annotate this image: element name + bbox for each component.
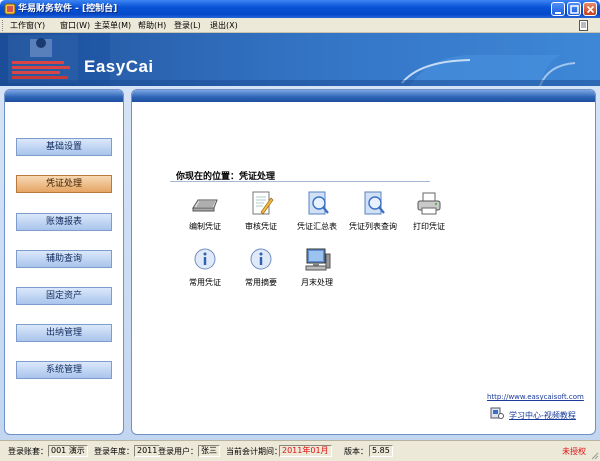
sidebar: 基础设置 凭证处理 账簿报表 辅助查询 固定资产 出纳管理 系统管理 [4,89,124,435]
status-year-label: 登录年度： [94,447,134,456]
sidebar-header [5,90,123,102]
sidebar-item-voucher-processing[interactable]: 凭证处理 [16,175,112,193]
website-link[interactable]: http://www.easycaisoft.com [487,393,584,401]
tile-label: 打印凭证 [413,222,445,231]
status-account-label: 登录账套： [8,447,48,456]
license-status: 未授权 [562,447,586,456]
status-year-value: 2011 [134,445,161,457]
notepad-icon[interactable] [579,20,588,31]
tile-label: 审核凭证 [245,222,277,231]
video-tutorial-icon[interactable] [490,406,504,420]
menu-bar: 工作窗(Y) 窗口(W) 主菜单(M) 帮助(H) 登录(L) 退出(X) [0,18,600,33]
minimize-button[interactable] [551,2,565,16]
menu-item-help[interactable]: 帮助(H) [138,20,166,31]
status-period-label: 当前会计期间： [226,447,282,456]
edit-document-icon [252,191,274,215]
brand-logo-text: EasyCai [84,57,154,76]
tile-label: 凭证汇总表 [297,222,337,231]
tile-common-summary[interactable]: 常用摘要 [231,246,291,288]
main-panel-header [132,90,595,102]
keyboard-icon [192,199,218,212]
banner: EasyCai [0,33,600,86]
maximize-button[interactable] [567,2,581,16]
resize-grip-icon[interactable] [589,450,599,460]
toolbar-grip[interactable] [2,20,5,31]
status-account-value: 001 演示 [48,445,88,457]
app-icon [4,3,16,15]
tile-label: 编制凭证 [189,222,221,231]
minimize-icon [555,12,561,14]
computer-icon [305,248,331,271]
window-title-bar[interactable]: 华易财务软件 - [控制台] [0,0,600,18]
divider [170,181,430,182]
menu-item-workwindow[interactable]: 工作窗(Y) [10,20,45,31]
tile-label: 月末处理 [301,278,333,287]
window-title: 华易财务软件 - [控制台] [18,4,118,14]
main-panel: 你现在的位置：凭证处理 编制凭证 审核凭证 凭证汇总表 凭证列表查询 打印凭证 … [131,89,596,435]
tile-common-voucher[interactable]: 常用凭证 [175,246,235,288]
search-document-icon [364,191,385,215]
info-icon [250,248,272,270]
tile-create-voucher[interactable]: 编制凭证 [175,190,235,232]
sidebar-item-auxiliary-query[interactable]: 辅助查询 [16,250,112,268]
status-bar: 登录账套： 001 演示 登录年度： 2011 登录用户： 张三 当前会计期间：… [0,440,600,461]
menu-item-mainmenu[interactable]: 主菜单(M) [94,20,131,31]
status-period-value: 2011年01月 [279,445,332,457]
tile-voucher-list-query[interactable]: 凭证列表查询 [343,190,403,232]
menu-item-exit[interactable]: 退出(X) [210,20,238,31]
status-user-label: 登录用户： [158,447,198,456]
tile-review-voucher[interactable]: 审核凭证 [231,190,291,232]
sidebar-item-basic-settings[interactable]: 基础设置 [16,138,112,156]
printer-icon [417,192,441,215]
sidebar-item-system-management[interactable]: 系统管理 [16,361,112,379]
status-version-label: 版本： [344,447,368,456]
tile-label: 常用凭证 [189,278,221,287]
close-button[interactable] [583,2,597,16]
tile-month-end[interactable]: 月末处理 [287,246,347,288]
tile-print-voucher[interactable]: 打印凭证 [399,190,459,232]
maximize-icon [570,5,579,14]
menu-item-window[interactable]: 窗口(W) [60,20,90,31]
search-document-icon [308,191,329,215]
info-icon [194,248,216,270]
tile-label: 凭证列表查询 [349,222,397,231]
tile-voucher-summary[interactable]: 凭证汇总表 [287,190,347,232]
content-area: 基础设置 凭证处理 账簿报表 辅助查询 固定资产 出纳管理 系统管理 你现在的位… [0,86,600,440]
tile-label: 常用摘要 [245,278,277,287]
status-version-value: 5.85 [369,445,393,457]
status-user-value: 张三 [198,445,220,457]
menu-item-login[interactable]: 登录(L) [174,20,201,31]
sidebar-item-cashier[interactable]: 出纳管理 [16,324,112,342]
sidebar-item-ledger-reports[interactable]: 账簿报表 [16,213,112,231]
close-icon [586,5,595,14]
video-tutorial-link[interactable]: 学习中心-视频教程 [509,410,576,421]
sidebar-item-fixed-assets[interactable]: 固定资产 [16,287,112,305]
